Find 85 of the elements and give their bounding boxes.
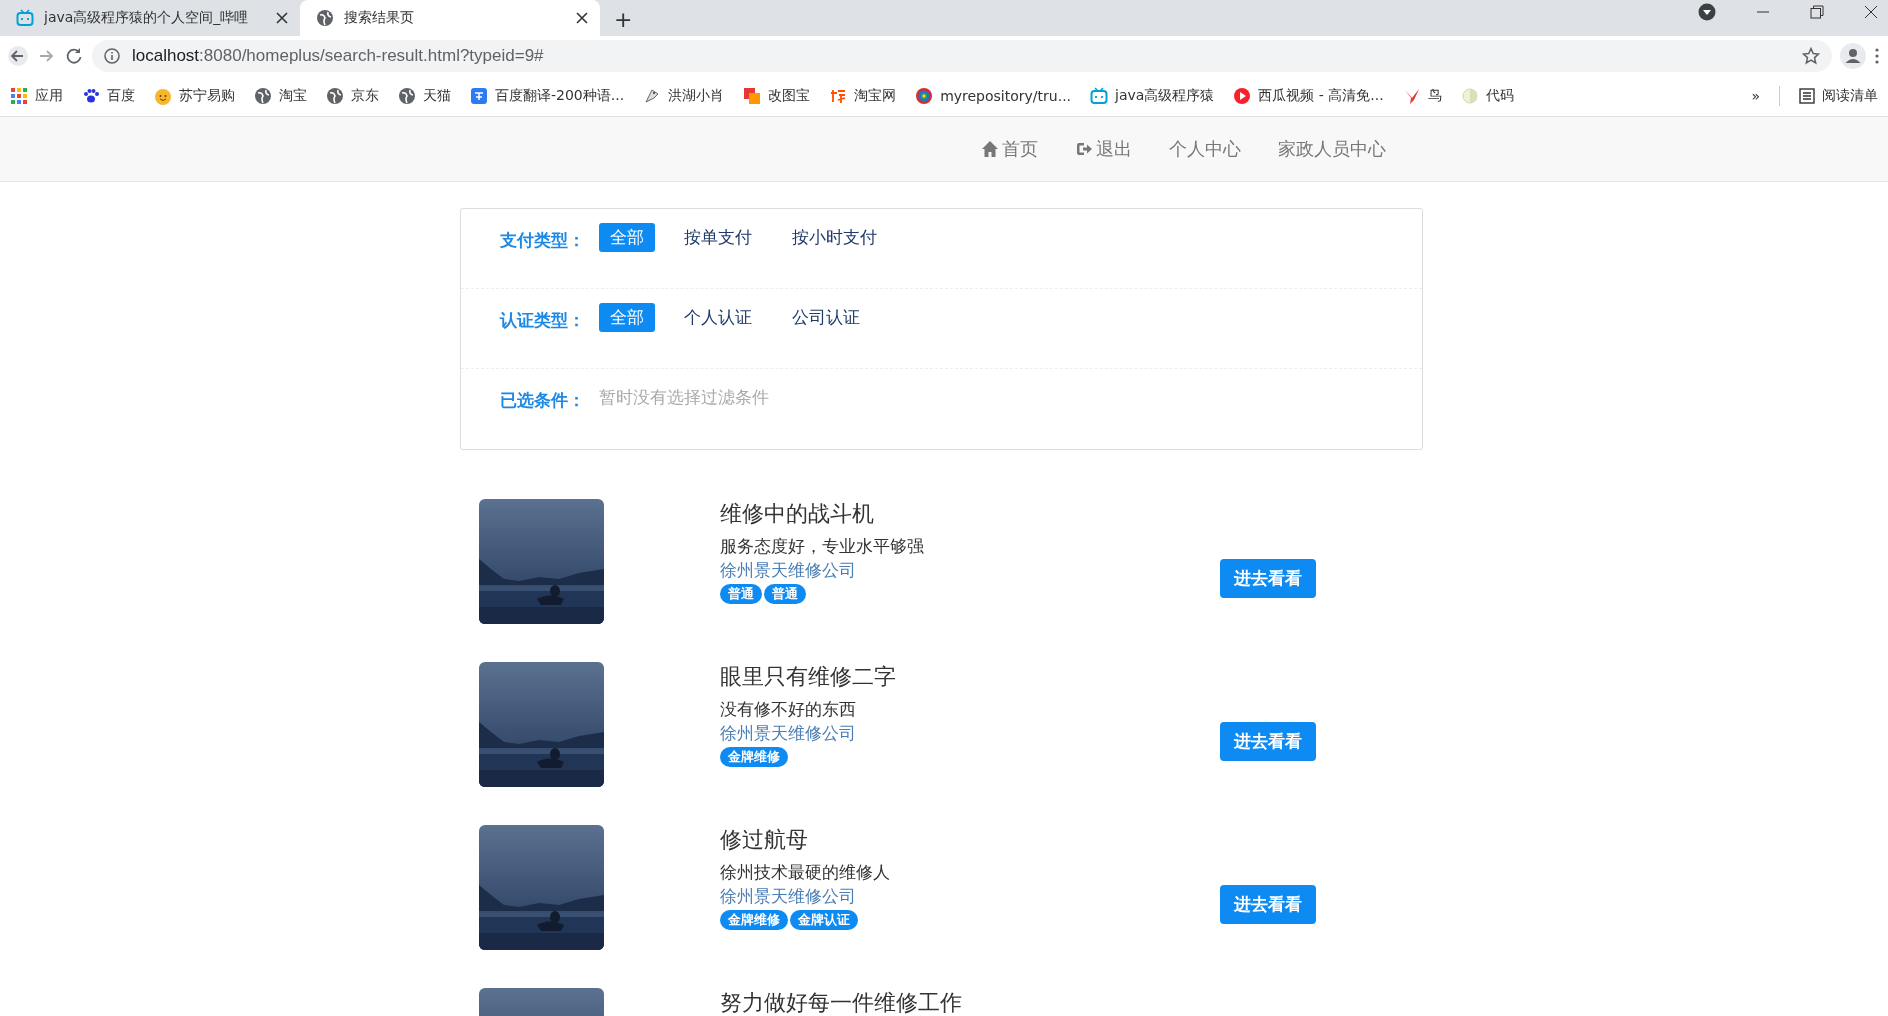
tab-title: 搜索结果页 bbox=[344, 9, 415, 27]
bookmark[interactable]: 改图宝 bbox=[743, 87, 811, 105]
bookmark[interactable]: 应用 bbox=[10, 87, 63, 105]
profile-icon[interactable] bbox=[1840, 43, 1866, 69]
bookmark[interactable]: 百度 bbox=[82, 87, 135, 105]
result-description: 徐州技术最硬的维修人 bbox=[720, 861, 891, 884]
reading-list-button[interactable]: 阅读清单 bbox=[1799, 87, 1878, 105]
filter-label: 已选条件： bbox=[500, 389, 585, 412]
tv-icon bbox=[1090, 87, 1109, 105]
filter-option[interactable]: 个人认证 bbox=[673, 303, 763, 332]
tab-title: java高级程序猿的个人空间_哔哩 bbox=[44, 9, 250, 27]
filter-option[interactable]: 按单支付 bbox=[673, 223, 763, 252]
filter-label: 支付类型： bbox=[500, 229, 585, 252]
more-icon[interactable] bbox=[1874, 47, 1880, 65]
company-link[interactable]: 徐州景天维修公司 bbox=[720, 721, 1220, 745]
tag-label: 金牌认证 bbox=[790, 910, 858, 930]
back-icon[interactable] bbox=[8, 46, 28, 66]
bookmark[interactable]: myrepository/tru... bbox=[915, 87, 1072, 105]
squares-icon bbox=[743, 87, 762, 105]
nav-link[interactable]: 退出 bbox=[1075, 137, 1132, 161]
bookmark[interactable]: 鸟 bbox=[1402, 87, 1442, 105]
new-tab-button[interactable]: + bbox=[600, 7, 647, 32]
result-title: 修过航母 bbox=[720, 826, 809, 854]
globe-icon bbox=[316, 9, 334, 27]
bookmark[interactable]: 京东 bbox=[326, 87, 379, 105]
result-title: 眼里只有维修二字 bbox=[720, 663, 897, 691]
company-link[interactable]: 徐州景天维修公司 bbox=[720, 558, 1220, 582]
tab-search-icon[interactable] bbox=[1698, 3, 1716, 21]
apps-grid-icon bbox=[10, 87, 28, 105]
result-description: 没有修不好的东西 bbox=[720, 698, 857, 721]
tag-label: 金牌维修 bbox=[720, 910, 788, 930]
bookmark[interactable]: 苏宁易购 bbox=[154, 87, 235, 105]
nav-link[interactable]: 家政人员中心 bbox=[1278, 137, 1386, 161]
bookmark[interactable]: java高级程序猿 bbox=[1090, 87, 1215, 105]
restore-icon[interactable] bbox=[1810, 5, 1824, 19]
bookmark[interactable]: 洪湖小肖 bbox=[643, 87, 725, 105]
tv-icon bbox=[16, 9, 34, 27]
browser-tab[interactable]: 搜索结果页 bbox=[300, 0, 600, 36]
url-text: localhost:8080/homeplus/search-result.html?typeid=9# bbox=[132, 46, 544, 66]
filter-option[interactable]: 按小时支付 bbox=[781, 223, 888, 252]
more-bookmarks-button[interactable]: » bbox=[1751, 88, 1760, 104]
filter-label: 认证类型： bbox=[500, 309, 585, 332]
bookmark[interactable]: 淘宝 bbox=[254, 87, 307, 105]
close-icon[interactable] bbox=[576, 12, 588, 24]
smiley-icon bbox=[154, 87, 172, 105]
nav-link[interactable]: 个人中心 bbox=[1169, 137, 1241, 161]
bookmark[interactable]: 代码 bbox=[1460, 87, 1514, 105]
bookmark[interactable]: 西瓜视频 - 高清免... bbox=[1233, 87, 1384, 105]
tag-label: 金牌维修 bbox=[720, 747, 788, 767]
globe-icon bbox=[326, 87, 344, 105]
filter-option[interactable]: 全部 bbox=[599, 223, 655, 252]
result-title: 努力做好每一件维修工作 bbox=[720, 989, 963, 1016]
company-link[interactable]: 徐州景天维修公司 bbox=[720, 884, 1220, 908]
address-bar[interactable]: localhost:8080/homeplus/search-result.html?typeid=9# bbox=[92, 40, 1832, 72]
globe-icon bbox=[254, 87, 272, 105]
colorful-ring-icon bbox=[915, 87, 934, 105]
bookmark[interactable]: 百度翻译-200种语... bbox=[470, 87, 625, 105]
list-icon bbox=[1799, 88, 1815, 104]
globe-icon bbox=[398, 87, 416, 105]
filter-option[interactable]: 公司认证 bbox=[781, 303, 871, 332]
half-circle-icon bbox=[1460, 87, 1479, 105]
translate-icon bbox=[470, 87, 488, 105]
result-description: 服务态度好，专业水平够强 bbox=[720, 535, 925, 558]
view-button[interactable]: 进去看看 bbox=[1220, 722, 1316, 761]
home-icon bbox=[981, 140, 999, 158]
bookmark[interactable]: 天猫 bbox=[398, 87, 451, 105]
close-icon[interactable] bbox=[1864, 5, 1878, 19]
paw-icon bbox=[82, 87, 100, 105]
bookmark[interactable]: 淘宝网 bbox=[829, 87, 897, 105]
browser-tab[interactable]: java高级程序猿的个人空间_哔哩 bbox=[0, 0, 300, 36]
tag-label: 普通 bbox=[720, 584, 762, 604]
logout-icon bbox=[1075, 140, 1093, 158]
filter-option[interactable]: 全部 bbox=[599, 303, 655, 332]
close-icon[interactable] bbox=[276, 12, 288, 24]
taobao-glyph-icon bbox=[829, 87, 848, 105]
empty-conditions-text: 暂时没有选择过滤条件 bbox=[599, 386, 769, 409]
tag-label: 普通 bbox=[764, 584, 806, 604]
view-button[interactable]: 进去看看 bbox=[1220, 559, 1316, 598]
info-icon bbox=[104, 48, 120, 64]
nav-link[interactable]: 首页 bbox=[981, 137, 1038, 161]
reload-icon[interactable] bbox=[64, 46, 84, 66]
play-icon bbox=[1233, 87, 1252, 105]
view-button[interactable]: 进去看看 bbox=[1220, 885, 1316, 924]
star-icon[interactable] bbox=[1802, 47, 1820, 65]
result-title: 维修中的战斗机 bbox=[720, 500, 875, 528]
